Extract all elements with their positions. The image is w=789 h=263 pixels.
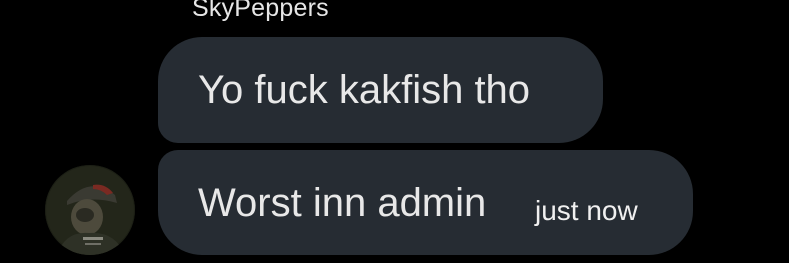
message-bubble[interactable]: Yo fuck kakfish tho bbox=[158, 37, 603, 143]
avatar-photo-icon bbox=[45, 165, 135, 255]
sender-name: SkyPeppers bbox=[192, 0, 329, 22]
message-timestamp: just now bbox=[535, 194, 638, 226]
message-bubble[interactable]: Worst inn admin just now bbox=[158, 150, 693, 255]
message-text: Worst inn admin bbox=[198, 180, 487, 225]
message-text: Yo fuck kakfish tho bbox=[198, 68, 531, 112]
avatar[interactable] bbox=[45, 165, 135, 255]
